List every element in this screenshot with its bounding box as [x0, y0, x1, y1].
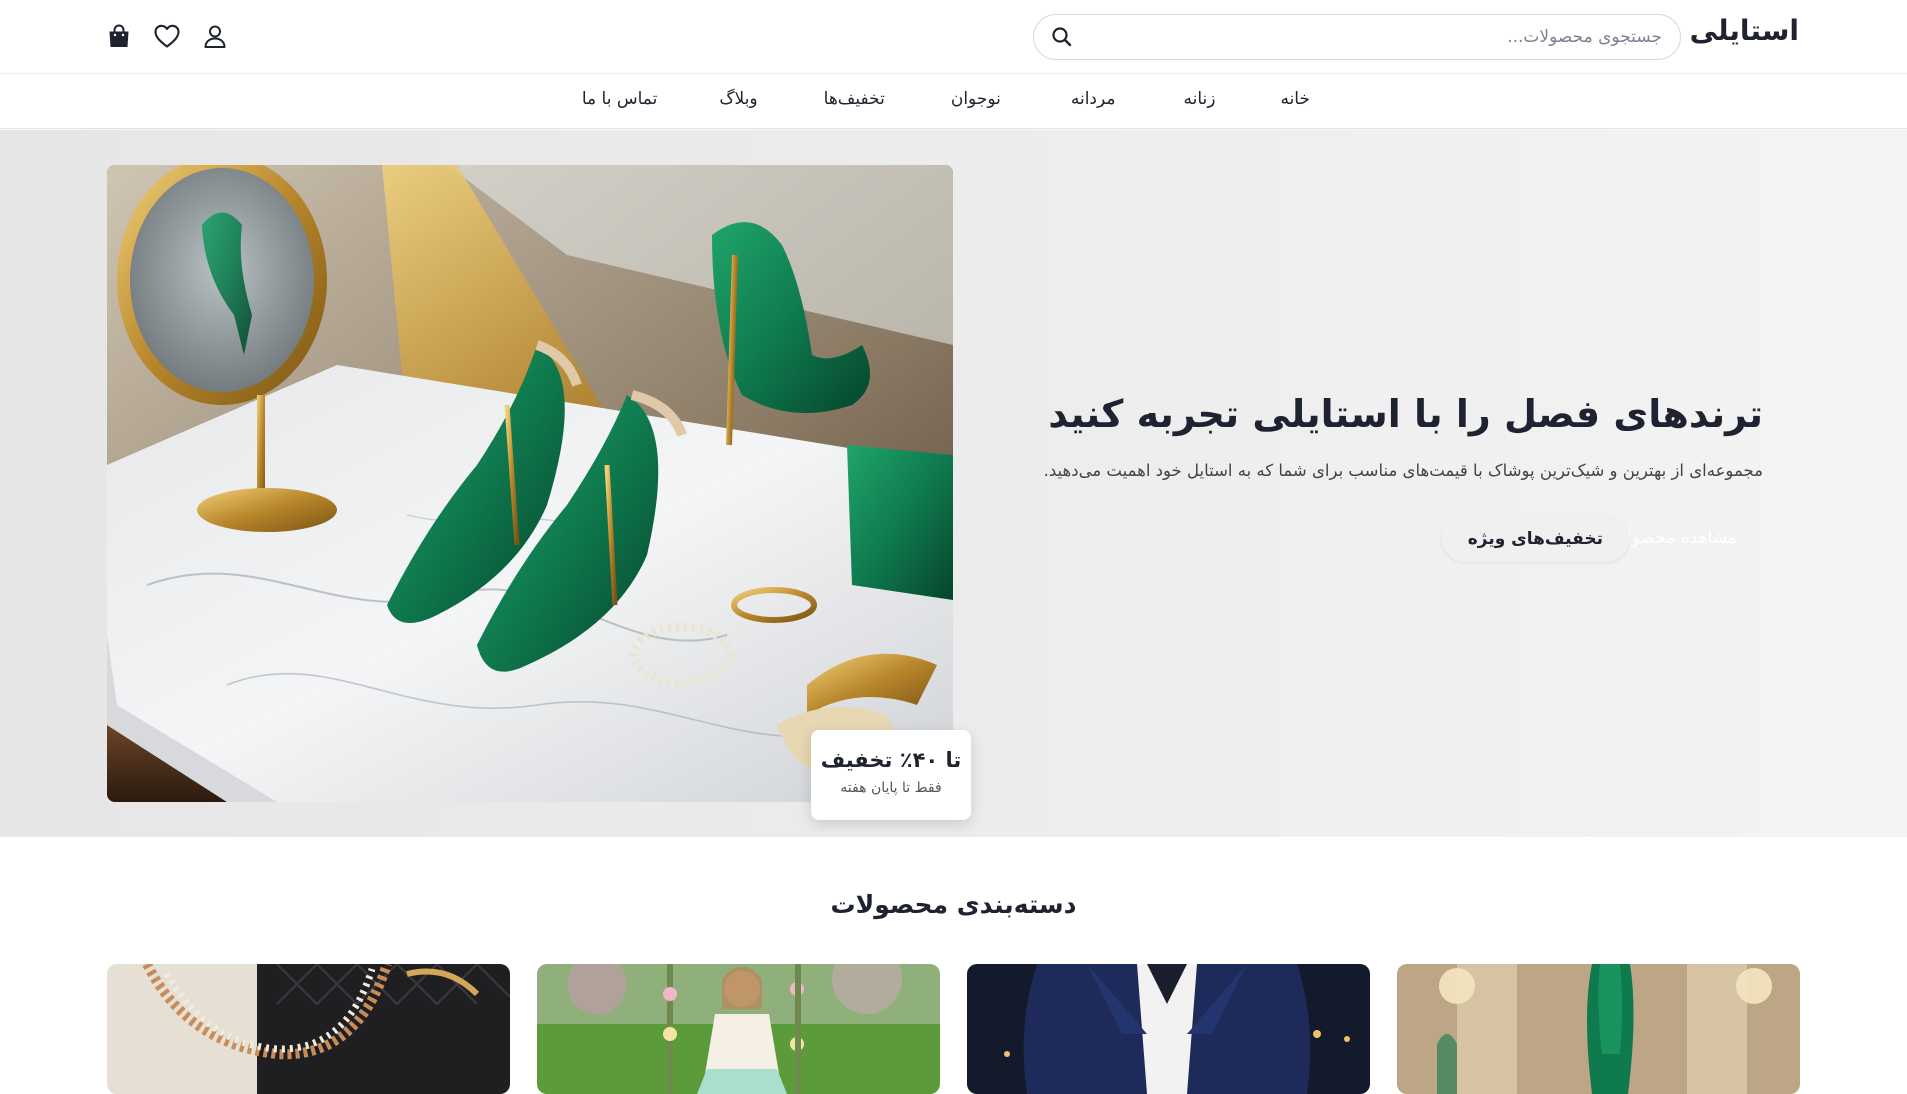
hero-section: تا ۴۰٪ تخفیف فقط تا پایان هفته ترندهای ف… [0, 130, 1907, 837]
nav-item-women[interactable]: زنانه [1183, 89, 1215, 109]
hero-title: ترندهای فصل را با استایلی تجربه کنید [1048, 392, 1763, 436]
badge-title: تا ۴۰٪ تخفیف [820, 748, 962, 772]
badge-subtitle: فقط تا پایان هفته [840, 780, 942, 796]
nav-item-discounts[interactable]: تخفیف‌ها [824, 89, 885, 109]
category-cards [107, 964, 1800, 1094]
category-card-men[interactable] [967, 964, 1370, 1094]
nav-item-men[interactable]: مردانه [1071, 89, 1116, 109]
nav-item-home[interactable]: خانه [1280, 89, 1310, 109]
user-icon[interactable] [200, 20, 230, 52]
heart-icon[interactable] [152, 20, 182, 52]
nav-item-blog[interactable]: وبلاگ [719, 89, 757, 109]
site-logo[interactable]: استایلی [1690, 14, 1799, 47]
search-box[interactable] [1033, 14, 1681, 60]
header-icons [104, 20, 230, 52]
hero-image [107, 165, 953, 802]
category-card-teen[interactable] [537, 964, 940, 1094]
category-card-women[interactable] [1397, 964, 1800, 1094]
search-icon[interactable] [1050, 25, 1074, 49]
category-card-accessories[interactable] [107, 964, 510, 1094]
special-discounts-button[interactable]: تخفیف‌های ویژه [1441, 516, 1629, 562]
top-bar: استایلی [0, 0, 1907, 74]
discount-badge: تا ۴۰٪ تخفیف فقط تا پایان هفته [811, 730, 971, 820]
main-nav: خانه زنانه مردانه نوجوان تخفیف‌ها وبلاگ … [0, 75, 1907, 129]
shopping-bag-icon[interactable] [104, 20, 134, 52]
hero-subtitle: مجموعه‌ای از بهترین و شیک‌ترین پوشاک با … [1043, 461, 1763, 480]
categories-title: دسته‌بندی محصولات [830, 890, 1077, 919]
nav-item-teen[interactable]: نوجوان [951, 89, 1001, 109]
search-input[interactable] [1102, 15, 1662, 59]
nav-item-contact[interactable]: تماس با ما [582, 89, 658, 109]
